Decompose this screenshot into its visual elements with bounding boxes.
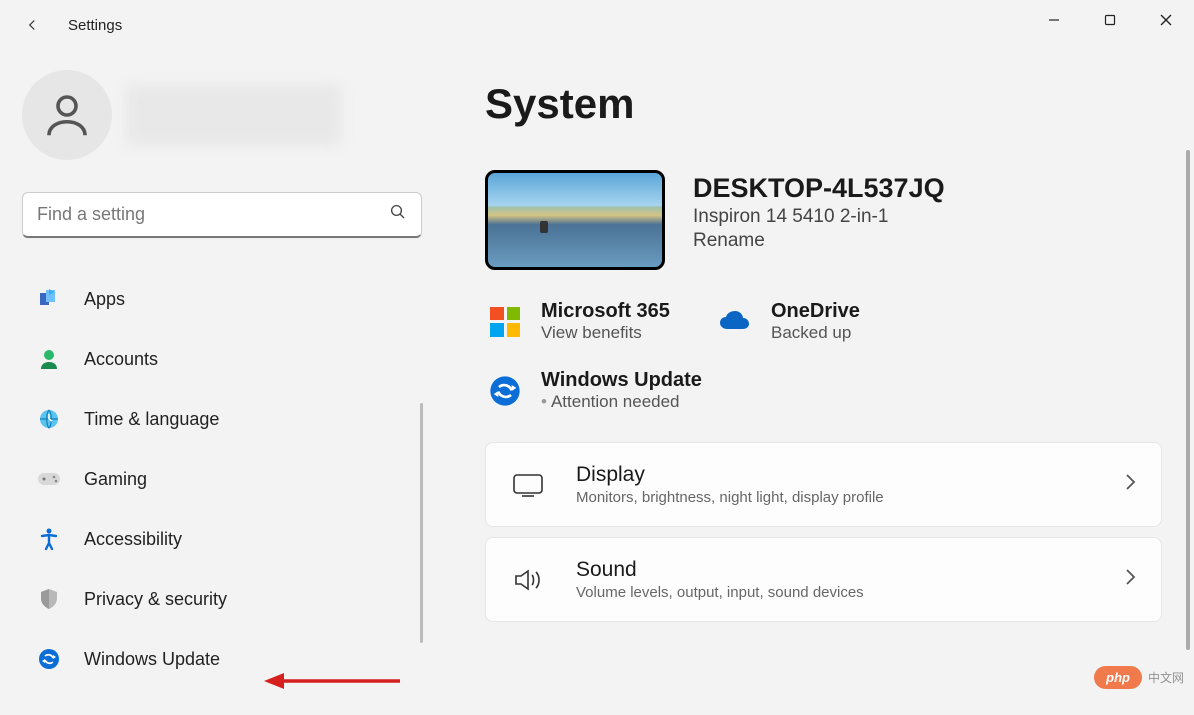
gamepad-icon xyxy=(36,466,62,492)
status-title: Windows Update xyxy=(541,369,702,392)
status-title: Microsoft 365 xyxy=(541,300,670,323)
chevron-right-icon xyxy=(1123,472,1137,497)
main-content: System DESKTOP-4L537JQ Inspiron 14 5410 … xyxy=(445,50,1194,715)
nav-label: Privacy & security xyxy=(84,589,227,610)
nav-label: Gaming xyxy=(84,469,147,490)
status-windows-update[interactable]: Windows Update •Attention needed xyxy=(485,363,702,418)
nav-list: Apps Accounts Time & language Gaming xyxy=(22,273,423,685)
search-box[interactable] xyxy=(22,192,422,238)
apps-icon xyxy=(36,286,62,312)
rename-link[interactable]: Rename xyxy=(693,230,945,252)
accounts-icon xyxy=(36,346,62,372)
nav-item-accounts[interactable]: Accounts xyxy=(22,333,403,385)
onedrive-cloud-icon xyxy=(715,302,755,342)
nav-label: Windows Update xyxy=(84,649,220,670)
status-title: OneDrive xyxy=(771,300,860,323)
display-icon xyxy=(510,467,546,503)
list-item-subtitle: Volume levels, output, input, sound devi… xyxy=(576,584,1093,601)
page-title: System xyxy=(485,80,1194,128)
nav-item-apps[interactable]: Apps xyxy=(22,273,403,325)
chevron-right-icon xyxy=(1123,567,1137,592)
clock-globe-icon xyxy=(36,406,62,432)
update-sync-icon xyxy=(36,646,62,672)
list-item-title: Sound xyxy=(576,558,1093,582)
user-profile[interactable] xyxy=(22,70,423,160)
sidebar: Apps Accounts Time & language Gaming xyxy=(0,50,445,715)
device-model: Inspiron 14 5410 2-in-1 xyxy=(693,206,945,228)
nav-label: Accounts xyxy=(84,349,158,370)
nav-label: Time & language xyxy=(84,409,219,430)
list-item-display[interactable]: Display Monitors, brightness, night ligh… xyxy=(485,442,1162,527)
status-microsoft-365[interactable]: Microsoft 365 View benefits xyxy=(485,294,685,349)
main-scrollbar[interactable] xyxy=(1186,150,1190,650)
watermark-badge: php xyxy=(1094,666,1142,689)
list-item-sound[interactable]: Sound Volume levels, output, input, soun… xyxy=(485,537,1162,622)
update-sync-icon xyxy=(485,371,525,411)
device-wallpaper-thumb[interactable] xyxy=(485,170,665,270)
sidebar-scrollbar[interactable] xyxy=(420,403,423,643)
nav-label: Accessibility xyxy=(84,529,182,550)
minimize-button[interactable] xyxy=(1026,0,1082,40)
microsoft-365-icon xyxy=(485,302,525,342)
status-subtitle: View benefits xyxy=(541,323,670,343)
watermark-text: 中文网 xyxy=(1148,669,1184,686)
accessibility-icon xyxy=(36,526,62,552)
status-row-2: Windows Update •Attention needed xyxy=(485,363,1194,418)
watermark: php 中文网 xyxy=(1094,666,1184,689)
device-name: DESKTOP-4L537JQ xyxy=(693,172,945,204)
status-onedrive[interactable]: OneDrive Backed up xyxy=(715,294,915,349)
user-details xyxy=(126,85,341,145)
sound-icon xyxy=(510,562,546,598)
close-button[interactable] xyxy=(1138,0,1194,40)
shield-icon xyxy=(36,586,62,612)
list-item-title: Display xyxy=(576,463,1093,487)
nav-item-gaming[interactable]: Gaming xyxy=(22,453,403,505)
status-row: Microsoft 365 View benefits OneDrive Bac… xyxy=(485,294,1194,349)
status-subtitle: Backed up xyxy=(771,323,860,343)
nav-item-accessibility[interactable]: Accessibility xyxy=(22,513,403,565)
settings-list: Display Monitors, brightness, night ligh… xyxy=(485,442,1194,622)
search-input[interactable] xyxy=(37,204,389,225)
status-subtitle: •Attention needed xyxy=(541,392,702,412)
nav-item-windows-update[interactable]: Windows Update xyxy=(22,633,403,685)
maximize-button[interactable] xyxy=(1082,0,1138,40)
search-icon xyxy=(389,203,407,226)
list-item-subtitle: Monitors, brightness, night light, displ… xyxy=(576,489,1093,506)
nav-item-time-language[interactable]: Time & language xyxy=(22,393,403,445)
window-controls xyxy=(1026,0,1194,40)
nav-item-privacy-security[interactable]: Privacy & security xyxy=(22,573,403,625)
device-section: DESKTOP-4L537JQ Inspiron 14 5410 2-in-1 … xyxy=(485,170,1194,270)
back-button[interactable] xyxy=(16,9,48,41)
nav-label: Apps xyxy=(84,289,125,310)
avatar-icon xyxy=(22,70,112,160)
window-title: Settings xyxy=(68,17,122,34)
